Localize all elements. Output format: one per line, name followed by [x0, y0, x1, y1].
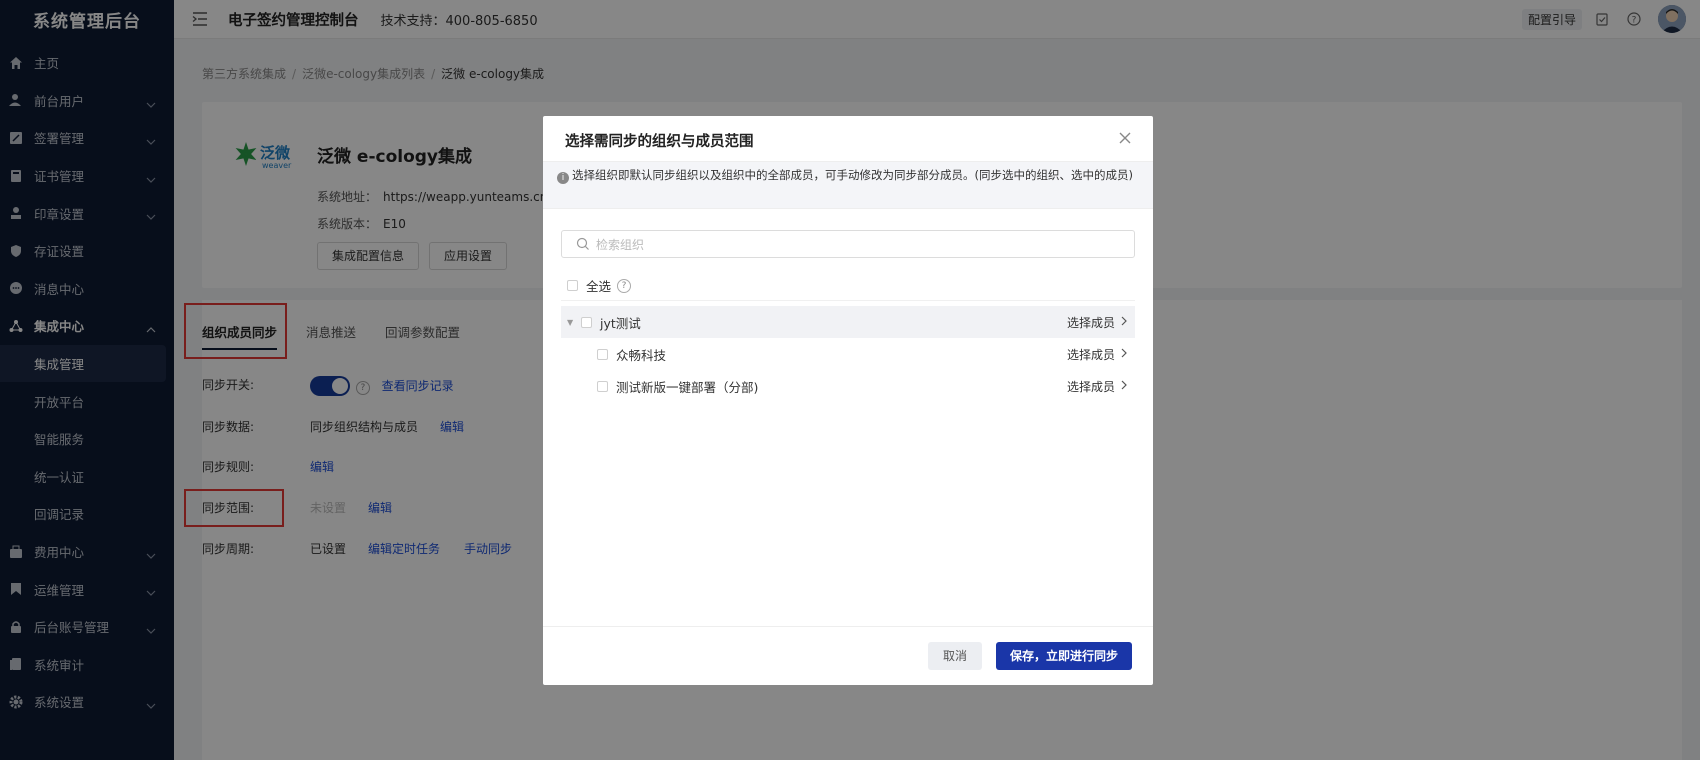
chevron-right-icon [1121, 347, 1127, 361]
help-icon[interactable]: ? [617, 278, 632, 293]
org-search-input[interactable] [594, 233, 1118, 257]
select-all-checkbox[interactable] [567, 280, 578, 291]
select-all-label[interactable]: 全选 [586, 276, 611, 295]
tree-node-label: 众畅科技 [616, 347, 667, 363]
select-member-button[interactable]: 选择成员 [1067, 370, 1127, 402]
caret-down-icon[interactable]: ▼ [567, 318, 577, 327]
tree-node[interactable]: 众畅科技 选择成员 [561, 338, 1135, 370]
org-search-box[interactable] [561, 230, 1135, 258]
tree-node-checkbox[interactable] [597, 348, 608, 360]
sync-range-modal: 选择需同步的组织与成员范围 i 选择组织即默认同步组织以及组织中的全部成员，可手动… [543, 116, 1153, 685]
tree-node-checkbox[interactable] [597, 380, 608, 392]
tree-node-checkbox[interactable] [581, 316, 592, 328]
modal-notice: i 选择组织即默认同步组织以及组织中的全部成员，可手动修改为同步部分成员。(同步选… [543, 161, 1153, 209]
modal-title: 选择需同步的组织与成员范围 [565, 134, 754, 150]
tree-node[interactable]: 测试新版一键部署（分部) 选择成员 [561, 370, 1135, 402]
close-icon[interactable] [1117, 130, 1133, 146]
info-icon: i [557, 172, 569, 184]
tree-node-label: jyt测试 [600, 315, 641, 331]
chevron-right-icon [1121, 315, 1127, 329]
search-icon [576, 237, 590, 251]
save-and-sync-button[interactable]: 保存，立即进行同步 [996, 642, 1132, 670]
tree-node[interactable]: ▼ jyt测试 选择成员 [561, 306, 1135, 338]
tree-node-label: 测试新版一键部署（分部) [616, 379, 759, 395]
select-all-row: 全选 ? [567, 276, 632, 295]
divider [561, 300, 1135, 301]
chevron-right-icon [1121, 379, 1127, 393]
cancel-button[interactable]: 取消 [928, 642, 982, 670]
select-member-button[interactable]: 选择成员 [1067, 306, 1127, 338]
select-member-button[interactable]: 选择成员 [1067, 338, 1127, 370]
divider [543, 626, 1153, 627]
